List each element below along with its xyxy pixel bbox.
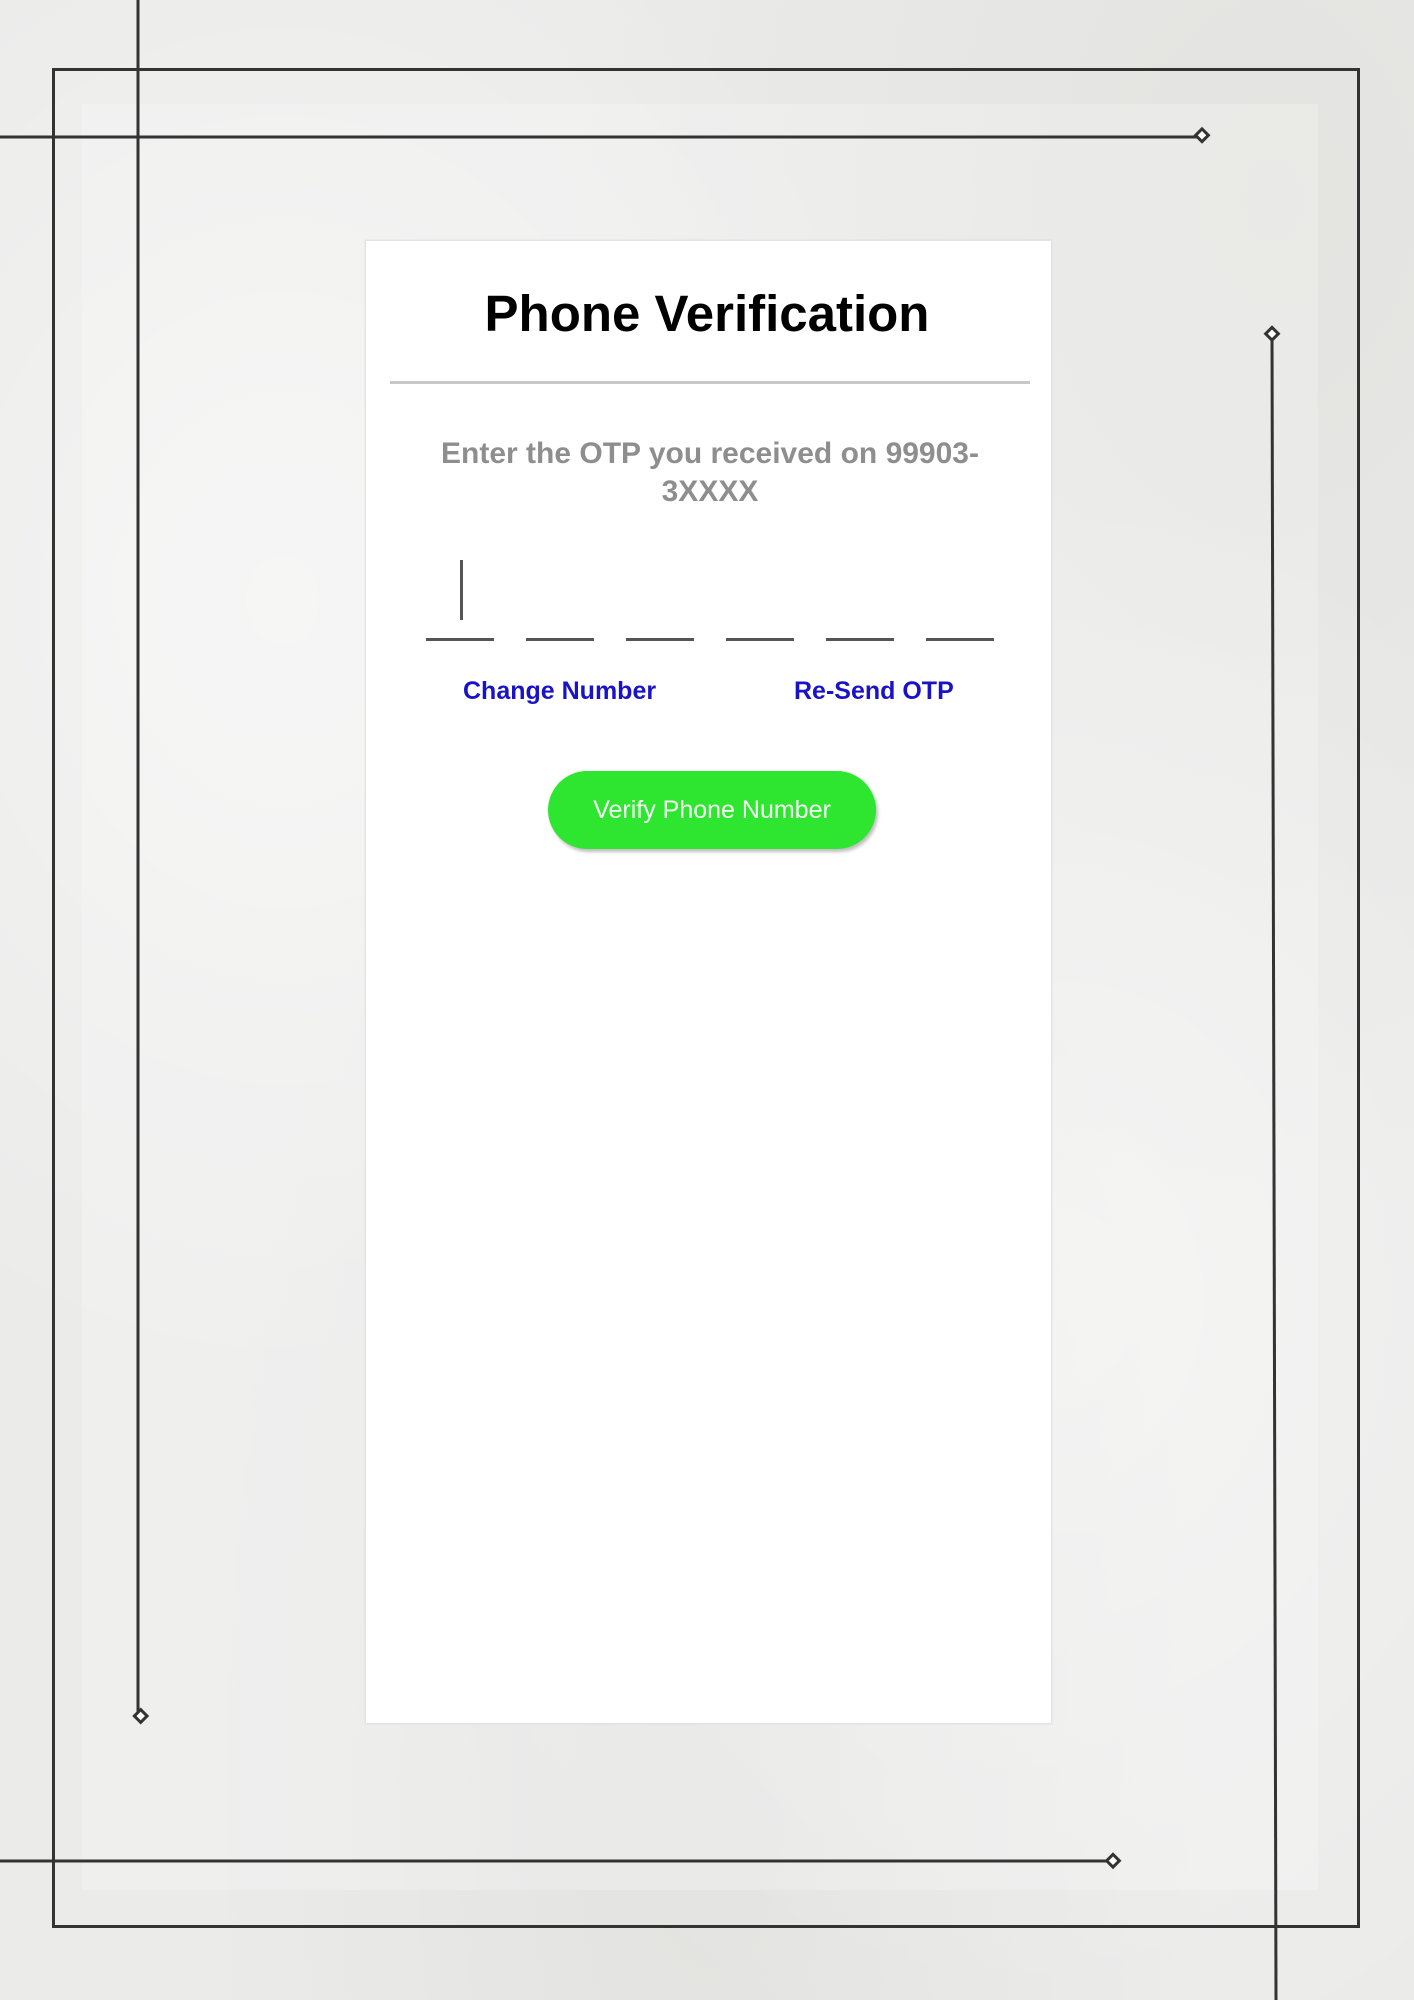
change-number-link[interactable]: Change Number [463, 676, 656, 706]
page-title: Phone Verification [484, 285, 930, 342]
diamond-end-icon [1193, 126, 1211, 144]
otp-digit-input-2[interactable] [526, 555, 594, 641]
otp-instruction-text: Enter the OTP you received on 99903-3XXX… [441, 437, 979, 508]
diamond-end-icon [1104, 1852, 1122, 1870]
otp-digit-input-4[interactable] [726, 555, 794, 641]
verify-phone-button[interactable]: Verify Phone Number [548, 771, 876, 849]
title-divider [390, 381, 1030, 384]
resend-otp-link[interactable]: Re-Send OTP [794, 676, 954, 706]
diamond-end-icon [132, 1707, 150, 1725]
right-vertical-line [1270, 332, 1278, 2000]
otp-digit-input-3[interactable] [626, 555, 694, 641]
otp-digit-input-6[interactable] [926, 555, 994, 641]
text-cursor [460, 560, 463, 620]
otp-digit-input-5[interactable] [826, 555, 894, 641]
